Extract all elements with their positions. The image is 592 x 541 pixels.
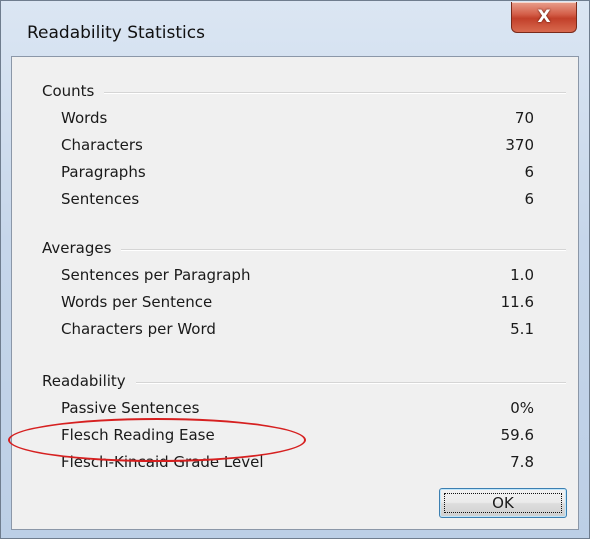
- stat-row-characters-per-word: Characters per Word 5.1: [42, 320, 566, 347]
- averages-group: Averages Sentences per Paragraph 1.0 Wor…: [42, 239, 566, 347]
- stat-value: 6: [524, 163, 534, 181]
- stat-value: 7.8: [510, 453, 534, 471]
- focus-rectangle: [444, 493, 562, 513]
- group-title-averages: Averages: [42, 239, 122, 257]
- counts-group-header: Counts: [42, 82, 566, 102]
- stat-label: Characters: [61, 136, 143, 154]
- readability-group-header: Readability: [42, 372, 566, 392]
- stat-value: 59.6: [500, 426, 534, 444]
- title-bar[interactable]: Readability Statistics X: [1, 1, 589, 57]
- stat-label: Words per Sentence: [61, 293, 213, 311]
- group-title-counts: Counts: [42, 82, 105, 100]
- stat-row-characters: Characters 370: [42, 136, 566, 163]
- stat-row-words: Words 70: [42, 109, 566, 136]
- stat-label: Passive Sentences: [61, 399, 200, 417]
- stat-value: 370: [505, 136, 534, 154]
- stat-value: 1.0: [510, 266, 534, 284]
- stat-row-words-per-sentence: Words per Sentence 11.6: [42, 293, 566, 320]
- stat-value: 11.6: [500, 293, 534, 311]
- close-button[interactable]: X: [511, 2, 577, 33]
- group-title-readability: Readability: [42, 372, 136, 390]
- stat-row-paragraphs: Paragraphs 6: [42, 163, 566, 190]
- stat-label: Sentences per Paragraph: [61, 266, 251, 284]
- stat-label: Paragraphs: [61, 163, 146, 181]
- stat-label: Sentences: [61, 190, 140, 208]
- stat-label: Words: [61, 109, 108, 127]
- averages-group-header: Averages: [42, 239, 566, 259]
- counts-group: Counts Words 70 Characters 370 Paragraph…: [42, 82, 566, 217]
- stat-row-sentences: Sentences 6: [42, 190, 566, 217]
- dialog-title: Readability Statistics: [27, 23, 205, 43]
- ok-button[interactable]: OK: [439, 488, 567, 518]
- stat-row-sentences-per-paragraph: Sentences per Paragraph 1.0: [42, 266, 566, 293]
- stat-value: 0%: [510, 399, 534, 417]
- stat-label: Characters per Word: [61, 320, 216, 338]
- stat-value: 5.1: [510, 320, 534, 338]
- group-divider: [42, 92, 566, 94]
- close-icon: X: [537, 7, 551, 27]
- stat-value: 6: [524, 190, 534, 208]
- stat-value: 70: [514, 109, 534, 127]
- annotation-highlight-ellipse: [8, 418, 306, 462]
